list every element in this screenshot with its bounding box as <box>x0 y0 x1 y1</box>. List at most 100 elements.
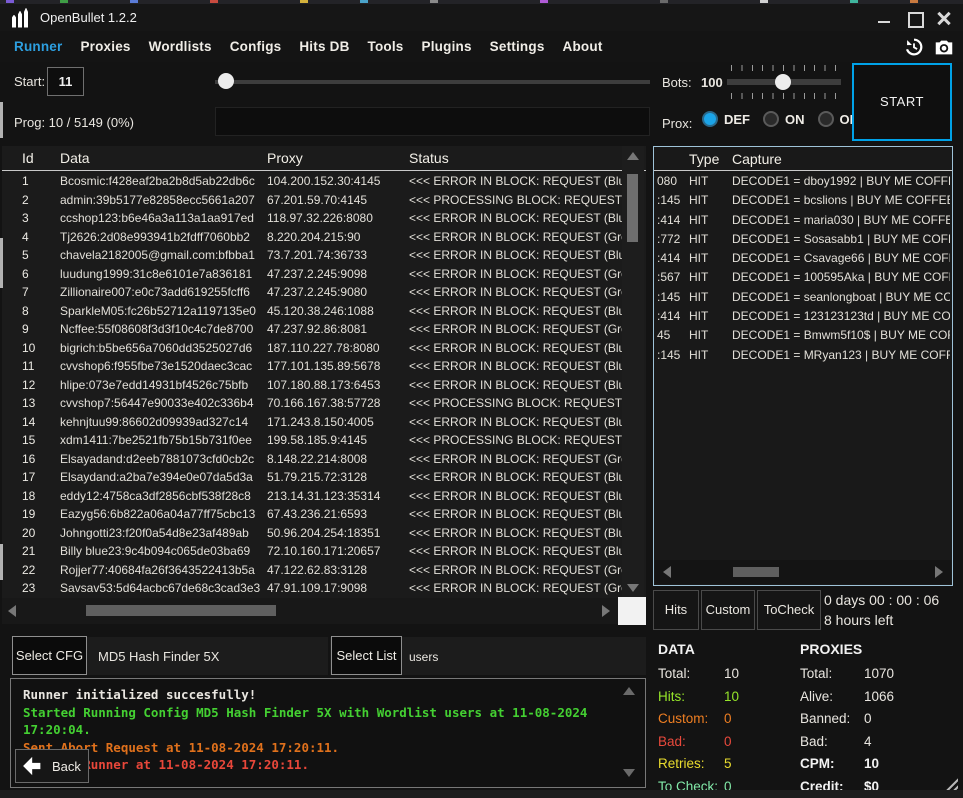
column-header-id[interactable]: Id <box>2 150 60 166</box>
close-icon[interactable] <box>937 11 951 25</box>
scroll-left-icon[interactable] <box>8 605 16 617</box>
table-row[interactable]: 15xdm1411:7be2521fb75b15b731f0ee199.58.1… <box>2 431 622 450</box>
menu-item-configs[interactable]: Configs <box>230 39 282 54</box>
hit-row[interactable]: :145HITDECODE1 = MRyan123 | BUY ME COFFE… <box>654 346 950 365</box>
scrollbar-thumb[interactable] <box>86 605 276 616</box>
tab-hits[interactable]: Hits <box>653 590 699 630</box>
hits-horizontal-scrollbar[interactable] <box>655 560 951 584</box>
table-row[interactable]: 19Eazyg56:6b822a06a04a77ff75cbc1367.43.2… <box>2 505 622 524</box>
scrollbar-thumb[interactable] <box>627 174 638 242</box>
column-header-type[interactable]: Type <box>689 151 732 167</box>
scroll-left-icon[interactable] <box>663 566 671 578</box>
hit-row[interactable]: :145HITDECODE1 = seanlongboat | BUY ME C… <box>654 288 950 307</box>
hit-row[interactable]: :414HITDECODE1 = 123123123td | BUY ME CO… <box>654 307 950 326</box>
start-input[interactable] <box>47 67 84 96</box>
table-row[interactable]: 9Ncffee:55f08608f3d3f10c4c7de870047.237.… <box>2 320 622 339</box>
table-row[interactable]: 3ccshop123:b6e46a3a113a1aa917ed118.97.32… <box>2 209 622 228</box>
table-row[interactable]: 16Elsayadand:d2eeb7881073cfd0cb2c8.148.2… <box>2 450 622 469</box>
cell-capture: DECODE1 = dboy1992 | BUY ME COFFEEE <box>732 172 950 191</box>
scroll-right-icon[interactable] <box>602 605 610 617</box>
stat-value: 10 <box>724 666 739 681</box>
scroll-down-icon[interactable] <box>627 584 639 592</box>
start-slider-thumb[interactable] <box>218 73 234 89</box>
tab-tocheck[interactable]: ToCheck <box>757 590 821 630</box>
table-row[interactable]: 21Billy blue23:9c4b094c065de03ba6972.10.… <box>2 542 622 561</box>
history-icon[interactable] <box>903 36 925 58</box>
table-row[interactable]: 1Bcosmic:f428eaf2ba2b8d5ab22db6c104.200.… <box>2 172 622 191</box>
prox-option-def[interactable]: DEF <box>702 111 750 127</box>
hit-row[interactable]: :145HITDECODE1 = bcslions | BUY ME COFFE… <box>654 191 950 210</box>
log-scroll-up-icon[interactable] <box>623 687 635 695</box>
hit-row[interactable]: 45HITDECODE1 = Bmwm5f10$ | BUY ME COFFE <box>654 326 950 345</box>
cell-status: <<< ERROR IN BLOCK: REQUEST (Gron <box>409 320 622 339</box>
cell-proxy: 72.10.160.171:20657 <box>267 542 409 561</box>
cell-data: cvvshop6:f955fbe73e1520daec3cac <box>60 357 267 376</box>
bots-slider-thumb[interactable] <box>775 74 791 90</box>
table-row[interactable]: 22Rojjer77:40684fa26f3643522413b5a47.122… <box>2 561 622 580</box>
radio-off[interactable] <box>818 111 834 127</box>
cell-proxy: 50.96.204.254:18351 <box>267 524 409 543</box>
stat-value: 5 <box>724 756 732 771</box>
hit-row[interactable]: :414HITDECODE1 = maria030 | BUY ME COFFE… <box>654 211 950 230</box>
cell-id: 4 <box>2 228 60 247</box>
table-row[interactable]: 12hlipe:073e7edd14931bf4526c75bfb107.180… <box>2 376 622 395</box>
table-row[interactable]: 23Savsav53:5d64acbc67de68c3cad3e347.91.1… <box>2 579 622 598</box>
stat-label: Banned: <box>800 708 864 731</box>
log-scroll-down-icon[interactable] <box>623 769 635 777</box>
hit-row[interactable]: 080HITDECODE1 = dboy1992 | BUY ME COFFEE… <box>654 172 950 191</box>
stat-row: Alive:1066 <box>800 686 894 709</box>
column-header-proxy[interactable]: Proxy <box>267 150 409 166</box>
column-header-data[interactable]: Data <box>60 150 267 166</box>
menu-item-tools[interactable]: Tools <box>368 39 404 54</box>
scrollbar-thumb[interactable] <box>733 567 779 577</box>
menu-item-runner[interactable]: Runner <box>14 39 62 54</box>
tab-custom[interactable]: Custom <box>701 590 755 630</box>
slider-ticks <box>731 65 839 71</box>
column-header-status[interactable]: Status <box>409 150 646 166</box>
screenshot-camera-icon[interactable] <box>933 36 955 58</box>
table-row[interactable]: 2admin:39b5177e82858ecc5661a20767.201.59… <box>2 191 622 210</box>
menu-item-wordlists[interactable]: Wordlists <box>149 39 212 54</box>
table-row[interactable]: 8SparkleM05:fc26b52712a1197135e045.120.3… <box>2 302 622 321</box>
table-row[interactable]: 10bigrich:b5be656a7060dd3525027d6187.110… <box>2 339 622 358</box>
table-row[interactable]: 18eddy12:4758ca3df2856cbf538f28c8213.14.… <box>2 487 622 506</box>
results-vertical-scrollbar[interactable] <box>622 146 644 598</box>
scroll-up-icon[interactable] <box>627 152 639 160</box>
menu-item-plugins[interactable]: Plugins <box>422 39 472 54</box>
prox-option-on[interactable]: ON <box>763 111 805 127</box>
radio-def-selected[interactable] <box>702 111 718 127</box>
select-list-button[interactable]: Select List <box>331 636 402 675</box>
table-row[interactable]: 20Johngotti23:f20f0a54d8e23af489ab50.96.… <box>2 524 622 543</box>
minimize-icon[interactable] <box>877 11 891 25</box>
select-cfg-button[interactable]: Select CFG <box>12 636 87 675</box>
table-row[interactable]: 14kehnjtuu99:86602d09939ad327c14171.243.… <box>2 413 622 432</box>
menu-item-proxies[interactable]: Proxies <box>80 39 130 54</box>
table-row[interactable]: 7Zillionaire007:e0c73add619255fcff647.23… <box>2 283 622 302</box>
column-header-capture[interactable]: Capture <box>732 151 952 167</box>
log-panel: Runner initialized succesfully!Started R… <box>10 678 646 788</box>
menu-item-about[interactable]: About <box>563 39 603 54</box>
maximize-icon[interactable] <box>907 11 921 25</box>
table-row[interactable]: 13cvvshop7:56447e90033e402c336b470.166.1… <box>2 394 622 413</box>
menu-item-hits-db[interactable]: Hits DB <box>299 39 349 54</box>
back-button[interactable]: Back <box>15 749 89 783</box>
table-row[interactable]: 17Elsaydand:a2ba7e394e0e07da5d3a51.79.21… <box>2 468 622 487</box>
hit-row[interactable]: :772HITDECODE1 = Sosasabb1 | BUY ME COFF… <box>654 230 950 249</box>
resize-grip-icon[interactable] <box>943 775 958 790</box>
start-button[interactable]: START <box>852 63 952 141</box>
table-row[interactable]: 11cvvshop6:f955fbe73e1520daec3cac177.101… <box>2 357 622 376</box>
table-row[interactable]: 5chavela2182005@gmail.com:bfbba173.7.201… <box>2 246 622 265</box>
start-position-slider[interactable] <box>215 73 650 90</box>
hit-row[interactable]: :567HITDECODE1 = 100595Aka | BUY ME COFF… <box>654 268 950 287</box>
hit-row[interactable]: :414HITDECODE1 = Csavage66 | BUY ME COFF… <box>654 249 950 268</box>
menu-item-settings[interactable]: Settings <box>490 39 545 54</box>
scroll-right-icon[interactable] <box>935 566 943 578</box>
results-horizontal-scrollbar[interactable] <box>2 598 618 624</box>
cell-id: 7 <box>2 283 60 302</box>
cell-proxy-port: :145 <box>654 346 689 365</box>
table-row[interactable]: 6luudung1999:31c8e6101e7a83618147.237.2.… <box>2 265 622 284</box>
radio-on[interactable] <box>763 111 779 127</box>
bots-slider[interactable] <box>727 65 841 99</box>
cell-type: HIT <box>689 326 732 345</box>
table-row[interactable]: 4Tj2626:2d08e993941b2fdff7060bb28.220.20… <box>2 228 622 247</box>
